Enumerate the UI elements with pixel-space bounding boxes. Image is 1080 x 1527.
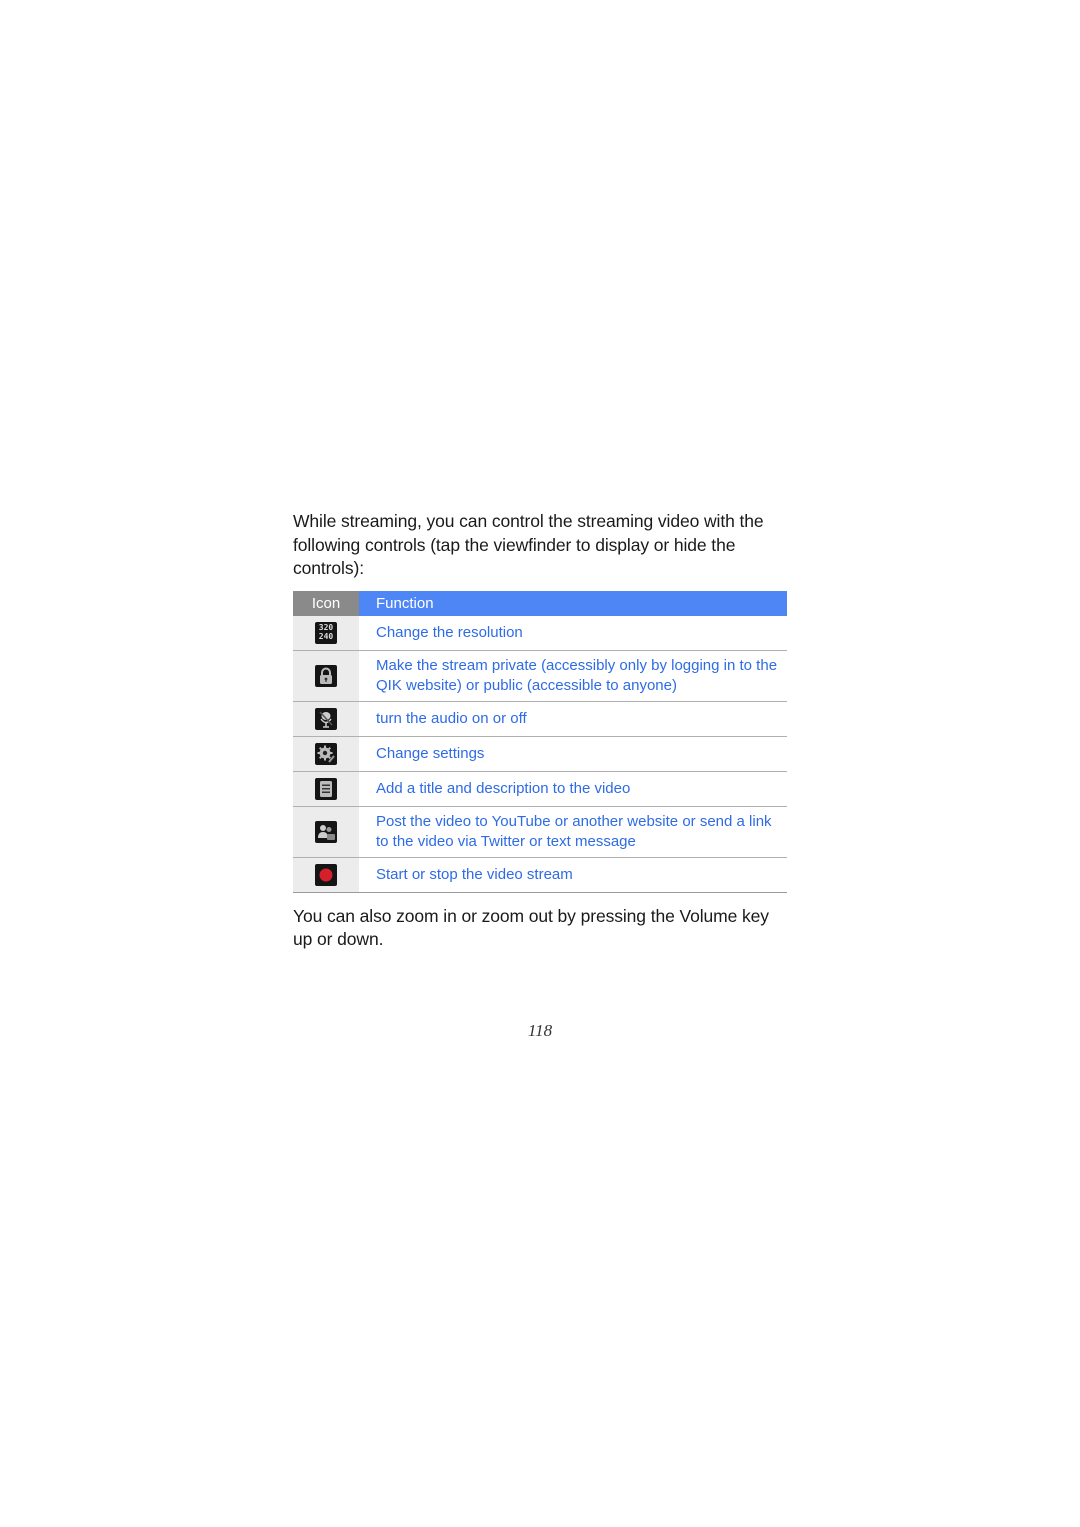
function-cell: Post the video to YouTube or another web… bbox=[359, 806, 787, 858]
table-row: Add a title and description to the video bbox=[293, 771, 787, 807]
function-cell: Add a title and description to the video bbox=[359, 771, 787, 807]
table-row: Change settings bbox=[293, 736, 787, 772]
function-cell: Make the stream private (accessibly only… bbox=[359, 650, 787, 702]
lock-icon bbox=[315, 664, 337, 687]
microphone-mute-icon bbox=[315, 707, 337, 730]
document-page: While streaming, you can control the str… bbox=[293, 510, 787, 952]
share-contacts-icon bbox=[315, 820, 337, 843]
function-cell: Change settings bbox=[359, 736, 787, 772]
table-row: Start or stop the video stream bbox=[293, 857, 787, 893]
function-cell: Start or stop the video stream bbox=[359, 857, 787, 893]
table-header-row: Icon Function bbox=[293, 590, 787, 616]
function-cell: turn the audio on or off bbox=[359, 701, 787, 737]
record-icon bbox=[315, 863, 337, 886]
table-row: turn the audio on or off bbox=[293, 701, 787, 737]
function-column-header: Function bbox=[359, 590, 787, 616]
resolution-icon: 320 240 bbox=[315, 621, 337, 644]
outro-paragraph: You can also zoom in or zoom out by pres… bbox=[293, 905, 769, 950]
intro-paragraph: While streaming, you can control the str… bbox=[293, 511, 764, 578]
page-number: 118 bbox=[527, 1021, 553, 1040]
table-row: Post the video to YouTube or another web… bbox=[293, 806, 787, 858]
icon-column-header: Icon bbox=[293, 590, 359, 616]
settings-gear-icon bbox=[315, 742, 337, 765]
function-cell: Change the resolution bbox=[359, 615, 787, 651]
table-row: 320 240 Change the resolution bbox=[293, 615, 787, 651]
controls-table: Icon Function 320 240 Change the resoluti… bbox=[293, 590, 787, 893]
table-row: Make the stream private (accessibly only… bbox=[293, 650, 787, 702]
document-icon bbox=[315, 777, 337, 800]
